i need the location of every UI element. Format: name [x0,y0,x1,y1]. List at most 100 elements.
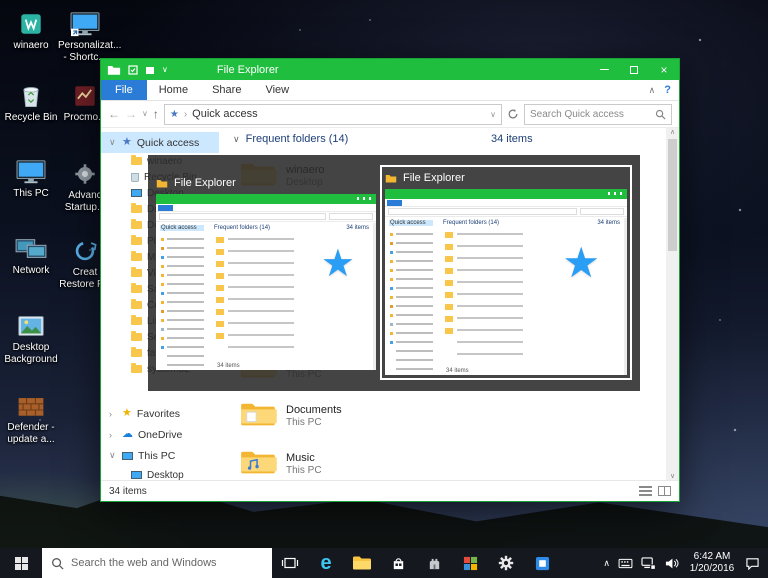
desktop-icon-defender[interactable]: Defender - update a... [4,390,58,445]
taskbar-colored-app-button[interactable] [452,548,488,578]
action-center-icon[interactable] [745,557,760,570]
desktop-icon-winaero[interactable]: winaero [4,8,58,52]
breadcrumb[interactable]: Quick access [192,108,257,120]
star-icon: ★ [562,242,600,284]
folder-icon [131,285,142,293]
mini-status: 34 items [446,368,469,374]
task-view-button[interactable] [272,548,308,578]
recycle-bin-icon [14,80,48,110]
desktop-icon-label: Desktop Background [4,342,58,365]
close-button[interactable]: × [649,59,679,80]
back-button[interactable]: ← [108,108,120,120]
show-hidden-icons-chevron[interactable]: ∧ [603,558,610,569]
sidebar-item-label: Desktop [147,470,184,481]
task-view-icon [281,556,299,570]
mini-scrollbar [373,223,376,370]
taskbar-edge-button[interactable]: e [308,548,344,578]
desktop-icon-this-pc[interactable]: This PC [4,156,58,200]
minimize-button[interactable] [589,59,619,80]
this-pc-icon [14,156,48,186]
folder-tile-documents[interactable]: DocumentsThis PC [233,392,465,440]
address-bar[interactable]: ★ › Quick access ∨ [164,104,502,125]
folder-name: Music [286,452,322,464]
ribbon-collapse-icon[interactable]: ∧ [649,85,656,96]
task-switcher-item-2-selected[interactable]: File Explorer Quick access Frequent fold… [380,165,632,380]
forward-button[interactable]: → [125,108,137,120]
thumbnail-title: File Explorer [403,172,465,184]
up-button[interactable]: ↑ [153,108,159,120]
qat-new-folder-icon[interactable] [145,65,155,75]
vertical-scrollbar[interactable]: ∧ ∨ [666,128,679,480]
start-button[interactable] [0,548,42,578]
scrollbar-thumb[interactable] [668,139,677,251]
window-preview[interactable]: Quick access Frequent folders (14) 34 it… [156,194,376,370]
favorites-star-icon: ★ [122,408,132,419]
tab-share[interactable]: Share [200,80,253,100]
ribbon-tabs: File Home Share View ∧ ? [101,80,679,101]
desktop-icon-recycle-bin[interactable]: Recycle Bin [4,80,58,124]
sidebar-item-label: OneDrive [138,429,182,441]
desktop-icon-desktop-background[interactable]: Desktop Background [4,310,58,365]
sidebar-item-favorites-root[interactable]: › ★ Favorites [101,403,219,424]
qat-properties-icon[interactable] [128,65,138,75]
search-icon [655,109,666,120]
expander-chevron-icon[interactable]: ∨ [109,137,117,148]
desktop-icon-personalization[interactable]: Personalizat... - Shortc... [58,8,112,63]
sidebar-item-this-pc-desktop[interactable]: Desktop [101,466,219,480]
network-icon[interactable] [641,557,656,570]
tab-home[interactable]: Home [147,80,200,100]
taskbar-search-input[interactable] [71,557,263,569]
title-bar[interactable]: ∨ File Explorer × [101,59,679,80]
gear-app-icon [68,158,102,188]
maximize-button[interactable] [619,59,649,80]
folder-icon [131,301,142,309]
thumbnail-title: File Explorer [174,177,236,189]
desktop-icon-network[interactable]: Network [4,233,58,277]
touch-keyboard-icon[interactable] [618,558,633,569]
explorer-search-input[interactable] [530,109,651,120]
mini-folder-rows [457,233,523,363]
expander-chevron-icon[interactable]: › [109,409,117,419]
scroll-up-icon[interactable]: ∧ [670,128,675,136]
task-switcher-item-1[interactable]: File Explorer Quick access Frequent fold… [156,175,376,370]
mini-group-header: Frequent folders (14) [214,225,270,231]
scroll-down-icon[interactable]: ∨ [670,472,675,480]
mini-navigation-pane: Quick access [156,223,210,370]
expander-chevron-icon[interactable]: ∨ [109,450,117,461]
taskbar-search-box[interactable] [42,548,272,578]
refresh-icon[interactable] [507,108,519,120]
large-icons-view-icon[interactable] [658,486,671,496]
taskbar-blue-app-button[interactable] [524,548,560,578]
folder-icon [131,333,142,341]
address-bar-row: ← → ∨ ↑ ★ › Quick access ∨ [101,101,679,128]
group-header[interactable]: ∨ Frequent folders (14) [233,133,348,145]
desktop-icon [131,189,142,197]
taskbar-file-explorer-button[interactable] [344,548,380,578]
sidebar-item-quick-access[interactable]: ∨ ★ Quick access [101,132,219,153]
explorer-search-box[interactable] [524,104,672,125]
qat-customize-chevron-icon[interactable]: ∨ [162,65,168,74]
taskbar-clock[interactable]: 6:42 AM 1/20/2016 [687,551,737,576]
window-preview[interactable]: Quick access Frequent folders (14) 34 it… [385,189,627,375]
mini-sidebar-icons [161,238,164,241]
help-icon[interactable]: ? [664,84,671,96]
expander-chevron-icon[interactable]: › [109,430,117,440]
recent-locations-chevron-icon[interactable]: ∨ [142,110,148,118]
taskbar-store-button[interactable] [380,548,416,578]
details-view-icon[interactable] [639,486,652,496]
sidebar-item-onedrive[interactable]: › ☁ OneDrive [101,424,219,445]
group-collapse-chevron-icon[interactable]: ∨ [233,134,240,145]
folder-location: This PC [286,465,322,476]
desktop-icon-label: Recycle Bin [4,112,58,124]
sidebar-item-this-pc[interactable]: ∨ This PC [101,445,219,466]
mini-scrollbar [624,218,627,375]
taskbar-settings-button[interactable] [488,548,524,578]
tab-file[interactable]: File [101,80,147,100]
address-dropdown-icon[interactable]: ∨ [490,110,496,119]
folder-tile-music[interactable]: MusicThis PC [233,440,465,480]
tab-view[interactable]: View [253,80,301,100]
explorer-window-icon [107,64,121,75]
volume-icon[interactable] [664,557,679,570]
mini-content-pane: Frequent folders (14) 34 items ★ 34 item… [443,218,622,375]
taskbar-defender-button[interactable] [416,548,452,578]
